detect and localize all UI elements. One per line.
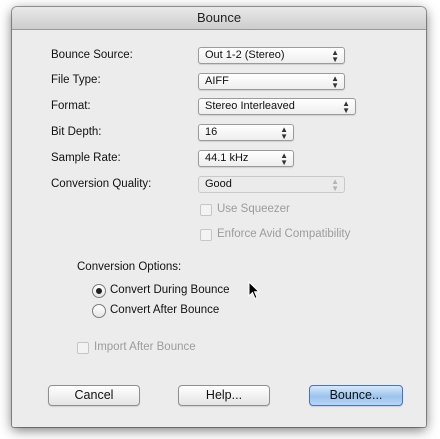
conversion-quality-value: Good [205,178,232,190]
enforce-avid-label: Enforce Avid Compatibility [217,228,351,240]
up-down-arrows-icon: ▲ ▼ [280,125,288,141]
conversion-quality-label: Conversion Quality: [51,178,152,190]
file-type-label: File Type: [51,74,101,86]
bit-depth-value: 16 [205,126,218,138]
format-popup[interactable]: Stereo Interleaved ▲ ▼ [198,98,356,115]
bit-depth-label: Bit Depth: [51,126,102,138]
sample-rate-label: Sample Rate: [51,152,121,164]
up-down-arrows-icon: ▲ ▼ [331,177,339,193]
convert-after-label[interactable]: Convert After Bounce [110,304,219,316]
bounce-dialog: Bounce Bounce Source: Out 1-2 (Stereo) ▲… [12,7,426,427]
bounce-source-value: Out 1-2 (Stereo) [205,49,285,61]
bounce-source-label: Bounce Source: [51,49,133,61]
up-down-arrows-icon: ▲ ▼ [331,48,339,64]
conversion-quality-popup: Good ▲ ▼ [198,176,345,193]
dialog-title: Bounce [12,7,426,30]
conversion-options-label: Conversion Options: [77,261,182,273]
up-down-arrows-icon: ▲ ▼ [280,151,288,167]
convert-during-radio[interactable] [92,284,106,298]
format-label: Format: [51,100,91,112]
bounce-source-popup[interactable]: Out 1-2 (Stereo) ▲ ▼ [198,47,345,64]
sample-rate-value: 44.1 kHz [205,152,249,164]
format-value: Stereo Interleaved [205,100,295,112]
help-button[interactable]: Help... [178,385,270,406]
file-type-popup[interactable]: AIFF ▲ ▼ [198,73,345,90]
cancel-button[interactable]: Cancel [48,385,140,406]
convert-during-label[interactable]: Convert During Bounce [110,284,230,296]
bounce-button[interactable]: Bounce... [309,385,403,406]
convert-after-radio[interactable] [92,304,106,318]
sample-rate-popup[interactable]: 44.1 kHz ▲ ▼ [198,150,294,167]
up-down-arrows-icon: ▲ ▼ [342,99,350,115]
file-type-value: AIFF [205,75,229,87]
use-squeezer-checkbox [200,204,212,216]
bit-depth-popup[interactable]: 16 ▲ ▼ [198,124,294,141]
import-after-bounce-checkbox [77,342,89,354]
up-down-arrows-icon: ▲ ▼ [331,74,339,90]
mouse-pointer-icon [248,281,260,300]
use-squeezer-label: Use Squeezer [217,203,290,215]
import-after-bounce-label: Import After Bounce [94,341,196,353]
enforce-avid-checkbox [200,229,212,241]
